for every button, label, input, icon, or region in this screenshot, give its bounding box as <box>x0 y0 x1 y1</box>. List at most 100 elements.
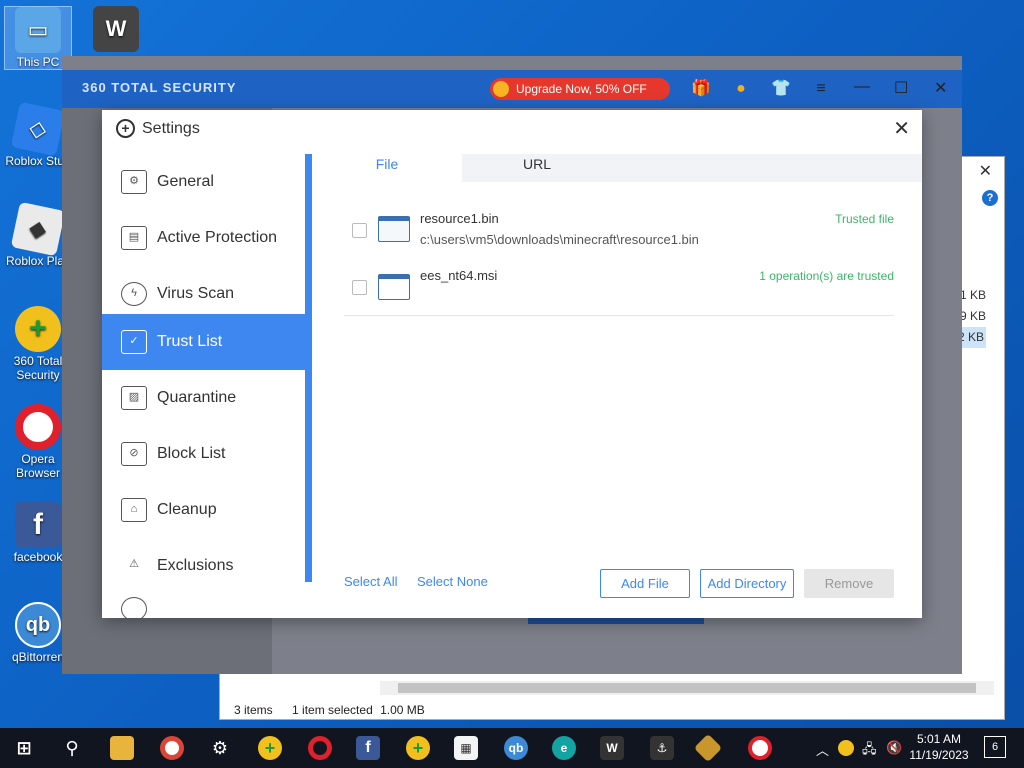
file-icon-titlebar <box>379 275 409 279</box>
opera-taskbar-icon[interactable] <box>308 736 332 760</box>
file-icon <box>378 216 410 242</box>
game-launcher-icon[interactable] <box>693 733 723 763</box>
file-name: resource1.bin <box>420 211 499 226</box>
dialog-title: Settings <box>142 120 200 137</box>
close-icon[interactable]: ✕ <box>979 161 992 181</box>
status-selected: 1 item selected <box>292 703 373 717</box>
coin-badge-icon[interactable]: ● <box>730 78 752 100</box>
qbittorrent-taskbar-icon[interactable]: qb <box>504 736 528 760</box>
settings-nav: ⚙ General ▤ Active Protection ϟ Virus Sc… <box>102 154 312 618</box>
tanks-game-icon: W <box>93 6 139 52</box>
cleanup-icon: ⌂ <box>121 498 147 522</box>
nav-item-label: Active Protection <box>157 229 278 246</box>
horizontal-scrollbar[interactable] <box>380 681 994 695</box>
remove-button[interactable]: Remove <box>804 569 894 598</box>
trust-status: 1 operation(s) are trusted <box>759 269 894 283</box>
coin-icon <box>493 81 509 97</box>
gift-icon[interactable]: 🎁 <box>690 78 712 100</box>
exclusions-icon: ⚠ <box>129 558 139 570</box>
opera-icon <box>15 404 61 450</box>
volume-muted-icon[interactable]: 🔇 <box>886 740 902 756</box>
status-size: 1.00 MB <box>380 703 425 717</box>
360-tray-icon[interactable] <box>838 740 854 756</box>
360-shortcut-taskbar-icon[interactable]: + <box>406 736 430 760</box>
upgrade-label: Upgrade Now, 50% OFF <box>516 82 647 96</box>
skin-icon[interactable]: 👕 <box>770 78 792 100</box>
add-directory-button[interactable]: Add Directory <box>700 569 794 598</box>
status-item-count: 3 items <box>234 703 273 717</box>
close-icon[interactable]: ✕ <box>893 116 910 141</box>
nav-item-label: Quarantine <box>157 389 237 406</box>
notification-center-icon[interactable]: 6 <box>984 736 1006 758</box>
nav-item-label: Block List <box>157 445 226 462</box>
windows-start-icon[interactable]: ⊞ <box>12 736 36 760</box>
help-icon[interactable]: ? <box>982 190 998 206</box>
close-icon[interactable]: ✕ <box>934 78 947 98</box>
nav-item-partial[interactable] <box>102 594 305 618</box>
add-file-button[interactable]: Add File <box>600 569 690 598</box>
gear-icon: ⚙ <box>121 170 147 194</box>
app-logo-icon: + <box>116 119 135 138</box>
tanks-taskbar-icon[interactable]: W <box>600 736 624 760</box>
app-logo: 360 TOTAL SECURITY <box>82 80 237 95</box>
tab-file[interactable]: File <box>312 154 462 182</box>
scan-icon: ϟ <box>121 282 147 306</box>
clock-date: 11/19/2023 <box>909 748 969 762</box>
desktop-icon-world-of-tanks[interactable]: W <box>92 6 140 54</box>
record-icon[interactable] <box>748 736 772 760</box>
roblox-player-icon: ◆ <box>10 201 66 257</box>
list-item[interactable]: ees_nt64.msi 1 operation(s) are trusted <box>344 260 894 316</box>
title-bar-icons: 🎁 ● 👕 ≡ <box>690 78 832 100</box>
tab-url[interactable]: URL <box>462 154 612 182</box>
nav-scrollbar[interactable] <box>305 154 312 582</box>
network-icon[interactable]: 🖧 <box>862 740 877 762</box>
upgrade-button[interactable]: Upgrade Now, 50% OFF <box>490 78 670 100</box>
minimize-icon[interactable]: — <box>854 78 870 96</box>
roblox-studio-icon: ◇ <box>10 101 66 157</box>
maximize-icon[interactable]: ☐ <box>894 78 908 98</box>
edge-icon[interactable]: e <box>552 736 576 760</box>
nav-item-block-list[interactable]: ⊘ Block List <box>102 426 305 482</box>
select-all-link[interactable]: Select All <box>344 574 397 589</box>
info-icon <box>121 597 147 618</box>
block-list-icon: ⊘ <box>121 442 147 466</box>
select-none-link[interactable]: Select None <box>417 574 488 589</box>
nav-item-quarantine[interactable]: ▨ Quarantine <box>102 370 305 426</box>
nav-item-label: Virus Scan <box>157 285 235 302</box>
facebook-taskbar-icon[interactable]: f <box>356 736 380 760</box>
360-security-icon: + <box>15 306 61 352</box>
chevron-up-icon[interactable]: ︿ <box>816 740 829 759</box>
file-icon-titlebar <box>379 217 409 221</box>
clock[interactable]: 5:01 AM 11/19/2023 <box>904 731 974 763</box>
quarantine-icon: ▨ <box>121 386 147 410</box>
settings-gear-icon[interactable]: ⚙ <box>208 736 232 760</box>
nav-item-general[interactable]: ⚙ General <box>102 154 305 210</box>
nav-item-trust-list[interactable]: ✓ Trust List <box>102 314 305 370</box>
nav-item-active-protection[interactable]: ▤ Active Protection <box>102 210 305 266</box>
file-path: c:\users\vm5\downloads\minecraft\resourc… <box>420 232 699 247</box>
nav-item-exclusions[interactable]: ⚠ Exclusions <box>102 538 305 594</box>
shield-icon: ▤ <box>121 226 147 250</box>
store-icon[interactable]: ▦ <box>454 736 478 760</box>
scrollbar-thumb[interactable] <box>398 683 976 693</box>
nav-item-label: Trust List <box>157 333 223 350</box>
row-checkbox[interactable] <box>352 223 367 238</box>
notification-count: 6 <box>991 741 999 753</box>
installer-file-icon <box>378 274 410 300</box>
nav-item-label: Cleanup <box>157 501 217 518</box>
qbittorrent-icon: qb <box>15 602 61 648</box>
file-explorer-icon[interactable] <box>110 736 134 760</box>
desktop: ▭ This PC W ◇ Roblox Stud ◆ Roblox Play … <box>0 0 1024 728</box>
trust-list-icon: ✓ <box>121 330 147 354</box>
menu-icon[interactable]: ≡ <box>810 78 832 100</box>
warships-icon[interactable]: ⚓ <box>650 736 674 760</box>
status-bar: 3 items 1 item selected 1.00 MB <box>234 703 441 717</box>
search-icon[interactable]: ⚲ <box>60 736 84 760</box>
nav-item-cleanup[interactable]: ⌂ Cleanup <box>102 482 305 538</box>
chrome-icon[interactable] <box>160 736 184 760</box>
taskbar: ⊞ ⚲ ⚙ + f + ▦ qb e W ⚓ ︿ 🖧 🔇 5:01 AM 11/… <box>0 728 1024 768</box>
list-item[interactable]: resource1.bin c:\users\vm5\downloads\min… <box>344 204 894 262</box>
row-checkbox[interactable] <box>352 280 367 295</box>
360-security-taskbar-icon[interactable]: + <box>258 736 282 760</box>
nav-item-label: Exclusions <box>157 557 234 574</box>
